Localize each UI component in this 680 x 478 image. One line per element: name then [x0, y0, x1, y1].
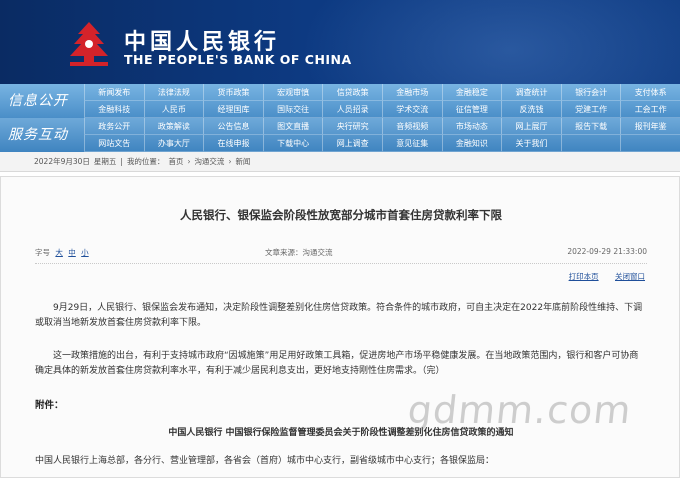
nav-item[interactable]: 报告下载	[560, 118, 621, 135]
nav-item[interactable]: 办事大厅	[143, 135, 204, 152]
nav-item[interactable]: 人员招录	[322, 101, 382, 118]
nav-item[interactable]: 央行研究	[322, 118, 382, 135]
meta-divider	[35, 263, 647, 264]
location-label: 我的位置：	[126, 157, 165, 166]
nav-item[interactable]: 网上调查	[322, 135, 382, 152]
font-size-small[interactable]: 小	[81, 248, 89, 257]
nav-item[interactable]: 党建工作	[560, 101, 621, 118]
font-size-medium[interactable]: 中	[68, 248, 76, 257]
nav-item[interactable]: 学术交流	[381, 101, 442, 118]
article-paragraph: 这一政策措施的出台，有利于支持城市政府“因城施策”用足用好政策工具箱，促进房地产…	[35, 351, 639, 376]
breadcrumb-bar: 2022年9月30日 星期五 | 我的位置： 首页 › 沟通交流 › 新闻	[0, 152, 680, 172]
nav-item[interactable]: 新闻发布	[84, 84, 144, 101]
breadcrumb-home[interactable]: 首页	[168, 156, 183, 167]
nav-item[interactable]: 宏观审慎	[262, 84, 323, 101]
nav-item[interactable]: 政策解读	[143, 118, 204, 135]
nav-group-service: 服务互动 政务公开 政策解读 公告信息 图文直播 央行研究 音频视频 市场动态 网上展厅 报告下…	[0, 118, 680, 152]
article-paragraph: 9月29日，人民银行、银保监会发布通知，决定阶段性调整差别化住房信贷政策。符合条…	[35, 303, 643, 328]
article-panel: 人民银行、银保监会阶段性放宽部分城市首套住房贷款利率下限 字号 大 中 小 文章…	[0, 176, 680, 478]
notice-addressee: 中国人民银行上海总部，各分行、营业管理部，各省会（首府）城市中心支行，副省级城市…	[35, 456, 495, 466]
pboc-logo-icon[interactable]	[64, 20, 114, 68]
nav-item[interactable]: 公告信息	[203, 118, 263, 135]
nav-item[interactable]: 工会工作	[620, 101, 680, 118]
current-date: 2022年9月30日	[34, 157, 90, 166]
nav-item[interactable]: 金融知识	[441, 135, 502, 152]
nav-item[interactable]: 金融科技	[84, 101, 144, 118]
nav-cells: 新闻发布 法律法规 货币政策 宏观审慎 信贷政策 金融市场 金融稳定 调查统计 银行会计 支付体系…	[84, 84, 680, 118]
nav-item[interactable]: 网上展厅	[501, 118, 561, 135]
current-weekday: 星期五	[93, 157, 117, 166]
attachment-label: 附件：	[35, 400, 64, 411]
breadcrumb-communication[interactable]: 沟通交流	[194, 156, 224, 167]
separator: |	[120, 157, 123, 166]
font-size-large[interactable]: 大	[55, 248, 63, 257]
breadcrumb-separator: ›	[187, 157, 191, 166]
nav-item[interactable]: 报刊年鉴	[620, 118, 680, 135]
article-datetime: 2022-09-29 21:33:00	[567, 247, 647, 256]
nav-item-empty	[560, 135, 621, 152]
font-size-label: 字号	[35, 248, 50, 257]
nav-item[interactable]: 经理国库	[203, 101, 263, 118]
nav-item[interactable]: 银行会计	[560, 84, 621, 101]
article-tools: 打印本页 关闭窗口	[555, 271, 645, 282]
nav-item[interactable]: 金融市场	[381, 84, 442, 101]
nav-item[interactable]: 反洗钱	[501, 101, 561, 118]
nav-item[interactable]: 网站文告	[84, 135, 144, 152]
nav-item[interactable]: 在线申报	[203, 135, 263, 152]
nav-item[interactable]: 音频视频	[381, 118, 442, 135]
nav-item[interactable]: 支付体系	[620, 84, 680, 101]
attachment-notice-title: 中国人民银行 中国银行保险监督管理委员会关于阶段性调整差别化住房信贷政策的通知	[168, 428, 514, 438]
nav-group-label: 信息公开	[8, 93, 68, 109]
nav-item[interactable]: 下载中心	[262, 135, 323, 152]
breadcrumb-separator: ›	[228, 157, 232, 166]
nav-item[interactable]: 图文直播	[262, 118, 323, 135]
close-window-link[interactable]: 关闭窗口	[615, 272, 645, 281]
nav-cells: 政务公开 政策解读 公告信息 图文直播 央行研究 音频视频 市场动态 网上展厅 报告下载 报刊年鉴…	[84, 118, 680, 152]
nav-item[interactable]: 关于我们	[501, 135, 561, 152]
nav-item[interactable]: 调查统计	[501, 84, 561, 101]
nav-item[interactable]: 信贷政策	[322, 84, 382, 101]
article-meta: 字号 大 中 小 文章来源：沟通交流 2022-09-29 21:33:00	[35, 247, 647, 261]
nav-group-info: 信息公开 新闻发布 法律法规 货币政策 宏观审慎 信贷政策 金融市场 金融稳定 调查统计 银行会…	[0, 84, 680, 118]
nav-item[interactable]: 征信管理	[441, 101, 502, 118]
nav-item[interactable]: 市场动态	[441, 118, 502, 135]
site-header: 中国人民银行 THE PEOPLE'S BANK OF CHINA	[0, 0, 680, 84]
article-title: 人民银行、银保监会阶段性放宽部分城市首套住房贷款利率下限	[180, 208, 502, 222]
main-nav: 信息公开 新闻发布 法律法规 货币政策 宏观审慎 信贷政策 金融市场 金融稳定 调查统计 银行会…	[0, 84, 680, 152]
nav-item[interactable]: 国际交往	[262, 101, 323, 118]
font-size-switcher: 字号 大 中 小	[35, 247, 89, 258]
nav-item[interactable]: 人民币	[143, 101, 204, 118]
nav-item[interactable]: 货币政策	[203, 84, 263, 101]
nav-item[interactable]: 政务公开	[84, 118, 144, 135]
nav-item-empty	[620, 135, 680, 152]
nav-item[interactable]: 金融稳定	[441, 84, 502, 101]
header-glow	[300, 0, 680, 84]
page: 中国人民银行 THE PEOPLE'S BANK OF CHINA 信息公开 新…	[0, 0, 680, 478]
nav-item[interactable]: 意见征集	[381, 135, 442, 152]
breadcrumb-news[interactable]: 新闻	[235, 156, 250, 167]
print-link[interactable]: 打印本页	[569, 272, 599, 281]
nav-group-label: 服务互动	[8, 127, 68, 143]
nav-item[interactable]: 法律法规	[143, 84, 204, 101]
article-source: 文章来源：沟通交流	[265, 248, 333, 257]
site-title-en: THE PEOPLE'S BANK OF CHINA	[124, 52, 352, 67]
